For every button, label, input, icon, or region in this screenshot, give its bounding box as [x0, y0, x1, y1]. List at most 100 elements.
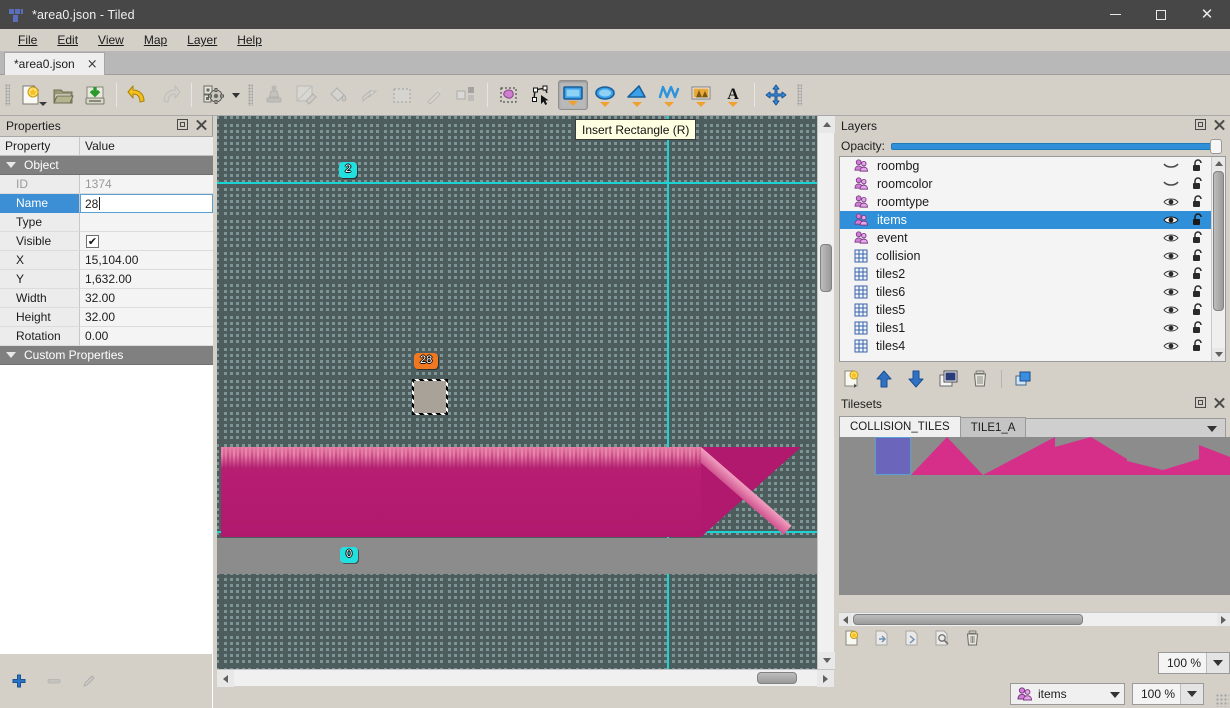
import-tileset-button[interactable] — [871, 628, 893, 648]
map-properties-menu-caret[interactable] — [229, 80, 243, 110]
opacity-slider-handle[interactable] — [1210, 138, 1222, 154]
current-layer-combobox[interactable]: items — [1010, 683, 1125, 705]
close-icon[interactable]: × — [87, 58, 98, 71]
property-name-input[interactable]: 28 — [80, 194, 213, 213]
eye-hidden-icon[interactable] — [1163, 178, 1179, 190]
property-row-type[interactable]: Type — [0, 213, 213, 232]
export-tileset-button[interactable] — [901, 628, 923, 648]
window-resize-grip[interactable] — [1216, 694, 1229, 707]
toggle-other-layers-button[interactable] — [1012, 368, 1034, 390]
tileset-zoom-dropdown-arrow[interactable] — [1205, 653, 1229, 673]
unlock-icon[interactable] — [1191, 303, 1205, 317]
document-tab-area0[interactable]: *area0.json × — [4, 52, 105, 75]
tileset-zoom-combobox[interactable]: 100 % — [1158, 652, 1230, 674]
unlock-icon[interactable] — [1191, 285, 1205, 299]
object-label[interactable]: 0 — [340, 547, 359, 563]
tileset-tile[interactable] — [1019, 437, 1055, 475]
map-zoom-combobox[interactable]: 100 % — [1132, 683, 1204, 705]
insert-polyline-button[interactable] — [654, 80, 684, 110]
insert-text-button[interactable]: A — [718, 80, 748, 110]
toolbar-grip[interactable] — [3, 82, 12, 108]
canvas-horizontal-scrollbar[interactable] — [217, 669, 834, 687]
layer-row-tiles1[interactable]: tiles1 — [840, 319, 1225, 337]
layer-row-tiles4[interactable]: tiles4 — [840, 337, 1225, 355]
tileset-tile[interactable] — [1199, 437, 1230, 475]
maximize-button[interactable] — [1138, 0, 1184, 29]
close-button[interactable]: ✕ — [1184, 0, 1230, 29]
eye-visible-icon[interactable] — [1163, 232, 1179, 244]
close-icon[interactable] — [195, 119, 207, 131]
unlock-icon[interactable] — [1191, 267, 1205, 281]
menu-file[interactable]: File — [8, 31, 47, 49]
map-viewport[interactable]: 2 28 0 — [217, 116, 817, 669]
property-group-custom[interactable]: Custom Properties — [0, 346, 213, 365]
unlock-icon[interactable] — [1191, 159, 1205, 173]
canvas-vertical-scrollbar[interactable] — [817, 116, 835, 669]
property-row-y[interactable]: Y 1,632.00 — [0, 270, 213, 289]
raise-layer-button[interactable] — [873, 368, 895, 390]
property-row-x[interactable]: X 15,104.00 — [0, 251, 213, 270]
minimize-button[interactable] — [1092, 0, 1138, 29]
tileset-tile-grid[interactable] — [839, 437, 1230, 595]
insert-tile-object-button[interactable] — [686, 80, 716, 110]
eye-visible-icon[interactable] — [1163, 340, 1179, 352]
unlock-icon[interactable] — [1191, 177, 1205, 191]
tileset-tile-selected[interactable] — [875, 437, 911, 475]
property-group-object[interactable]: Object — [0, 156, 213, 175]
layers-list[interactable]: roombg roomcolor roomtype items event co… — [839, 156, 1226, 362]
tileset-tab-collision[interactable]: COLLISION_TILES — [839, 416, 961, 438]
undo-button[interactable] — [123, 80, 153, 110]
layer-row-tiles5[interactable]: tiles5 — [840, 301, 1225, 319]
select-objects-button[interactable] — [494, 80, 524, 110]
eye-visible-icon[interactable] — [1163, 250, 1179, 262]
layer-row-roombg[interactable]: roombg — [840, 157, 1225, 175]
menu-view[interactable]: View — [88, 31, 134, 49]
tileset-tile[interactable] — [1127, 437, 1163, 475]
tileset-tile[interactable] — [1055, 437, 1091, 475]
layer-row-roomcolor[interactable]: roomcolor — [840, 175, 1225, 193]
map-properties-button[interactable] — [198, 80, 228, 110]
scroll-right-button[interactable] — [1217, 613, 1230, 626]
property-row-width[interactable]: Width 32.00 — [0, 289, 213, 308]
layer-row-items[interactable]: items — [840, 211, 1225, 229]
unlock-icon[interactable] — [1191, 339, 1205, 353]
layer-row-event[interactable]: event — [840, 229, 1225, 247]
new-layer-button[interactable] — [841, 368, 863, 390]
tileset-tile[interactable] — [947, 437, 983, 475]
menu-edit[interactable]: Edit — [47, 31, 88, 49]
menu-layer[interactable]: Layer — [177, 31, 227, 49]
menu-map[interactable]: Map — [134, 31, 177, 49]
eye-visible-icon[interactable] — [1163, 196, 1179, 208]
toolbar-grip-2[interactable] — [246, 82, 255, 108]
opacity-slider[interactable] — [891, 138, 1222, 154]
eye-visible-icon[interactable] — [1163, 322, 1179, 334]
unlock-icon[interactable] — [1191, 231, 1205, 245]
open-file-button[interactable] — [48, 80, 78, 110]
toolbar-grip-3[interactable] — [795, 82, 804, 108]
insert-ellipse-button[interactable] — [590, 80, 620, 110]
property-row-name[interactable]: Name 28 — [0, 194, 213, 213]
tileset-tile[interactable] — [983, 437, 1019, 475]
remove-tileset-button[interactable] — [961, 628, 983, 648]
layer-row-tiles2[interactable]: tiles2 — [840, 265, 1225, 283]
horizontal-scroll-thumb[interactable] — [757, 672, 797, 684]
visible-checkbox[interactable]: ✔ — [86, 234, 99, 248]
lower-layer-button[interactable] — [905, 368, 927, 390]
eye-hidden-icon[interactable] — [1163, 160, 1179, 172]
edit-polygons-button[interactable] — [526, 80, 556, 110]
tileset-tile[interactable] — [1091, 437, 1127, 475]
map-zoom-dropdown-arrow[interactable] — [1179, 684, 1203, 704]
edit-tileset-button[interactable] — [931, 628, 953, 648]
unlock-icon[interactable] — [1191, 249, 1205, 263]
new-map-button[interactable] — [16, 80, 47, 110]
scroll-up-button[interactable] — [818, 116, 835, 133]
object-label[interactable]: 2 — [339, 162, 358, 178]
layer-row-collision[interactable]: collision — [840, 247, 1225, 265]
eye-visible-icon[interactable] — [1163, 304, 1179, 316]
close-icon[interactable] — [1213, 119, 1225, 131]
property-row-visible[interactable]: Visible ✔ — [0, 232, 213, 251]
layers-scroll-thumb[interactable] — [1213, 171, 1224, 311]
delete-layer-button[interactable] — [969, 368, 991, 390]
scroll-left-button[interactable] — [217, 670, 234, 687]
eye-visible-icon[interactable] — [1163, 268, 1179, 280]
